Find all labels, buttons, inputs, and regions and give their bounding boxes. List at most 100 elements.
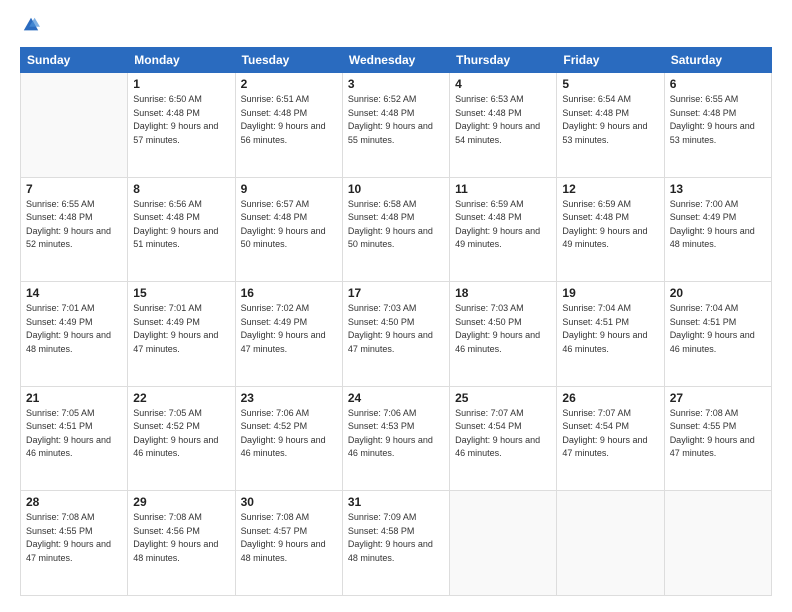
calendar-header-monday: Monday [128, 48, 235, 73]
calendar-header-sunday: Sunday [21, 48, 128, 73]
calendar-cell: 22 Sunrise: 7:05 AM Sunset: 4:52 PM Dayl… [128, 386, 235, 491]
calendar-cell: 21 Sunrise: 7:05 AM Sunset: 4:51 PM Dayl… [21, 386, 128, 491]
header [20, 16, 772, 39]
day-info: Sunrise: 6:50 AM Sunset: 4:48 PM Dayligh… [133, 93, 229, 147]
calendar-table: SundayMondayTuesdayWednesdayThursdayFrid… [20, 47, 772, 596]
day-number: 17 [348, 286, 444, 300]
calendar-cell: 17 Sunrise: 7:03 AM Sunset: 4:50 PM Dayl… [342, 282, 449, 387]
calendar-cell: 12 Sunrise: 6:59 AM Sunset: 4:48 PM Dayl… [557, 177, 664, 282]
page: SundayMondayTuesdayWednesdayThursdayFrid… [0, 0, 792, 612]
day-info: Sunrise: 7:09 AM Sunset: 4:58 PM Dayligh… [348, 511, 444, 565]
calendar-header-thursday: Thursday [450, 48, 557, 73]
calendar-cell [664, 491, 771, 596]
day-number: 9 [241, 182, 337, 196]
day-number: 12 [562, 182, 658, 196]
calendar-cell: 5 Sunrise: 6:54 AM Sunset: 4:48 PM Dayli… [557, 73, 664, 178]
day-info: Sunrise: 7:05 AM Sunset: 4:52 PM Dayligh… [133, 407, 229, 461]
day-number: 23 [241, 391, 337, 405]
day-number: 19 [562, 286, 658, 300]
day-number: 26 [562, 391, 658, 405]
day-info: Sunrise: 7:00 AM Sunset: 4:49 PM Dayligh… [670, 198, 766, 252]
day-number: 10 [348, 182, 444, 196]
day-info: Sunrise: 7:06 AM Sunset: 4:53 PM Dayligh… [348, 407, 444, 461]
day-info: Sunrise: 6:54 AM Sunset: 4:48 PM Dayligh… [562, 93, 658, 147]
day-number: 11 [455, 182, 551, 196]
calendar-cell: 23 Sunrise: 7:06 AM Sunset: 4:52 PM Dayl… [235, 386, 342, 491]
calendar-cell: 26 Sunrise: 7:07 AM Sunset: 4:54 PM Dayl… [557, 386, 664, 491]
day-number: 4 [455, 77, 551, 91]
day-info: Sunrise: 7:08 AM Sunset: 4:55 PM Dayligh… [670, 407, 766, 461]
day-number: 13 [670, 182, 766, 196]
calendar-week-row: 28 Sunrise: 7:08 AM Sunset: 4:55 PM Dayl… [21, 491, 772, 596]
calendar-cell [450, 491, 557, 596]
day-info: Sunrise: 6:58 AM Sunset: 4:48 PM Dayligh… [348, 198, 444, 252]
day-info: Sunrise: 6:52 AM Sunset: 4:48 PM Dayligh… [348, 93, 444, 147]
calendar-cell: 1 Sunrise: 6:50 AM Sunset: 4:48 PM Dayli… [128, 73, 235, 178]
day-number: 16 [241, 286, 337, 300]
calendar-cell: 24 Sunrise: 7:06 AM Sunset: 4:53 PM Dayl… [342, 386, 449, 491]
calendar-cell: 20 Sunrise: 7:04 AM Sunset: 4:51 PM Dayl… [664, 282, 771, 387]
day-info: Sunrise: 7:02 AM Sunset: 4:49 PM Dayligh… [241, 302, 337, 356]
day-number: 22 [133, 391, 229, 405]
calendar-cell: 6 Sunrise: 6:55 AM Sunset: 4:48 PM Dayli… [664, 73, 771, 178]
day-number: 28 [26, 495, 122, 509]
calendar-cell: 14 Sunrise: 7:01 AM Sunset: 4:49 PM Dayl… [21, 282, 128, 387]
calendar-cell: 9 Sunrise: 6:57 AM Sunset: 4:48 PM Dayli… [235, 177, 342, 282]
day-info: Sunrise: 7:07 AM Sunset: 4:54 PM Dayligh… [455, 407, 551, 461]
calendar-cell: 19 Sunrise: 7:04 AM Sunset: 4:51 PM Dayl… [557, 282, 664, 387]
calendar-cell: 28 Sunrise: 7:08 AM Sunset: 4:55 PM Dayl… [21, 491, 128, 596]
day-info: Sunrise: 6:59 AM Sunset: 4:48 PM Dayligh… [455, 198, 551, 252]
calendar-header-tuesday: Tuesday [235, 48, 342, 73]
calendar-cell: 27 Sunrise: 7:08 AM Sunset: 4:55 PM Dayl… [664, 386, 771, 491]
day-number: 21 [26, 391, 122, 405]
calendar-cell: 18 Sunrise: 7:03 AM Sunset: 4:50 PM Dayl… [450, 282, 557, 387]
calendar-header-row: SundayMondayTuesdayWednesdayThursdayFrid… [21, 48, 772, 73]
day-info: Sunrise: 7:06 AM Sunset: 4:52 PM Dayligh… [241, 407, 337, 461]
calendar-week-row: 21 Sunrise: 7:05 AM Sunset: 4:51 PM Dayl… [21, 386, 772, 491]
calendar-cell: 7 Sunrise: 6:55 AM Sunset: 4:48 PM Dayli… [21, 177, 128, 282]
calendar-cell: 2 Sunrise: 6:51 AM Sunset: 4:48 PM Dayli… [235, 73, 342, 178]
day-info: Sunrise: 7:07 AM Sunset: 4:54 PM Dayligh… [562, 407, 658, 461]
day-info: Sunrise: 7:08 AM Sunset: 4:56 PM Dayligh… [133, 511, 229, 565]
day-number: 18 [455, 286, 551, 300]
day-number: 29 [133, 495, 229, 509]
calendar-cell: 16 Sunrise: 7:02 AM Sunset: 4:49 PM Dayl… [235, 282, 342, 387]
logo-icon [22, 16, 40, 34]
day-number: 8 [133, 182, 229, 196]
calendar-cell: 13 Sunrise: 7:00 AM Sunset: 4:49 PM Dayl… [664, 177, 771, 282]
calendar-cell: 11 Sunrise: 6:59 AM Sunset: 4:48 PM Dayl… [450, 177, 557, 282]
day-info: Sunrise: 7:08 AM Sunset: 4:55 PM Dayligh… [26, 511, 122, 565]
day-info: Sunrise: 7:04 AM Sunset: 4:51 PM Dayligh… [562, 302, 658, 356]
day-info: Sunrise: 7:05 AM Sunset: 4:51 PM Dayligh… [26, 407, 122, 461]
day-number: 6 [670, 77, 766, 91]
calendar-week-row: 14 Sunrise: 7:01 AM Sunset: 4:49 PM Dayl… [21, 282, 772, 387]
calendar-cell: 15 Sunrise: 7:01 AM Sunset: 4:49 PM Dayl… [128, 282, 235, 387]
day-info: Sunrise: 6:59 AM Sunset: 4:48 PM Dayligh… [562, 198, 658, 252]
calendar-header-wednesday: Wednesday [342, 48, 449, 73]
calendar-cell: 30 Sunrise: 7:08 AM Sunset: 4:57 PM Dayl… [235, 491, 342, 596]
day-info: Sunrise: 6:51 AM Sunset: 4:48 PM Dayligh… [241, 93, 337, 147]
day-number: 5 [562, 77, 658, 91]
day-info: Sunrise: 6:56 AM Sunset: 4:48 PM Dayligh… [133, 198, 229, 252]
day-number: 7 [26, 182, 122, 196]
day-info: Sunrise: 6:55 AM Sunset: 4:48 PM Dayligh… [26, 198, 122, 252]
day-info: Sunrise: 7:03 AM Sunset: 4:50 PM Dayligh… [348, 302, 444, 356]
calendar-cell: 3 Sunrise: 6:52 AM Sunset: 4:48 PM Dayli… [342, 73, 449, 178]
calendar-cell: 8 Sunrise: 6:56 AM Sunset: 4:48 PM Dayli… [128, 177, 235, 282]
day-number: 2 [241, 77, 337, 91]
day-number: 24 [348, 391, 444, 405]
calendar-header-friday: Friday [557, 48, 664, 73]
day-number: 27 [670, 391, 766, 405]
day-number: 15 [133, 286, 229, 300]
day-info: Sunrise: 7:03 AM Sunset: 4:50 PM Dayligh… [455, 302, 551, 356]
day-number: 30 [241, 495, 337, 509]
calendar-week-row: 1 Sunrise: 6:50 AM Sunset: 4:48 PM Dayli… [21, 73, 772, 178]
day-number: 20 [670, 286, 766, 300]
day-number: 31 [348, 495, 444, 509]
day-number: 3 [348, 77, 444, 91]
day-info: Sunrise: 7:01 AM Sunset: 4:49 PM Dayligh… [26, 302, 122, 356]
calendar-week-row: 7 Sunrise: 6:55 AM Sunset: 4:48 PM Dayli… [21, 177, 772, 282]
calendar-header-saturday: Saturday [664, 48, 771, 73]
calendar-cell [557, 491, 664, 596]
day-info: Sunrise: 6:53 AM Sunset: 4:48 PM Dayligh… [455, 93, 551, 147]
